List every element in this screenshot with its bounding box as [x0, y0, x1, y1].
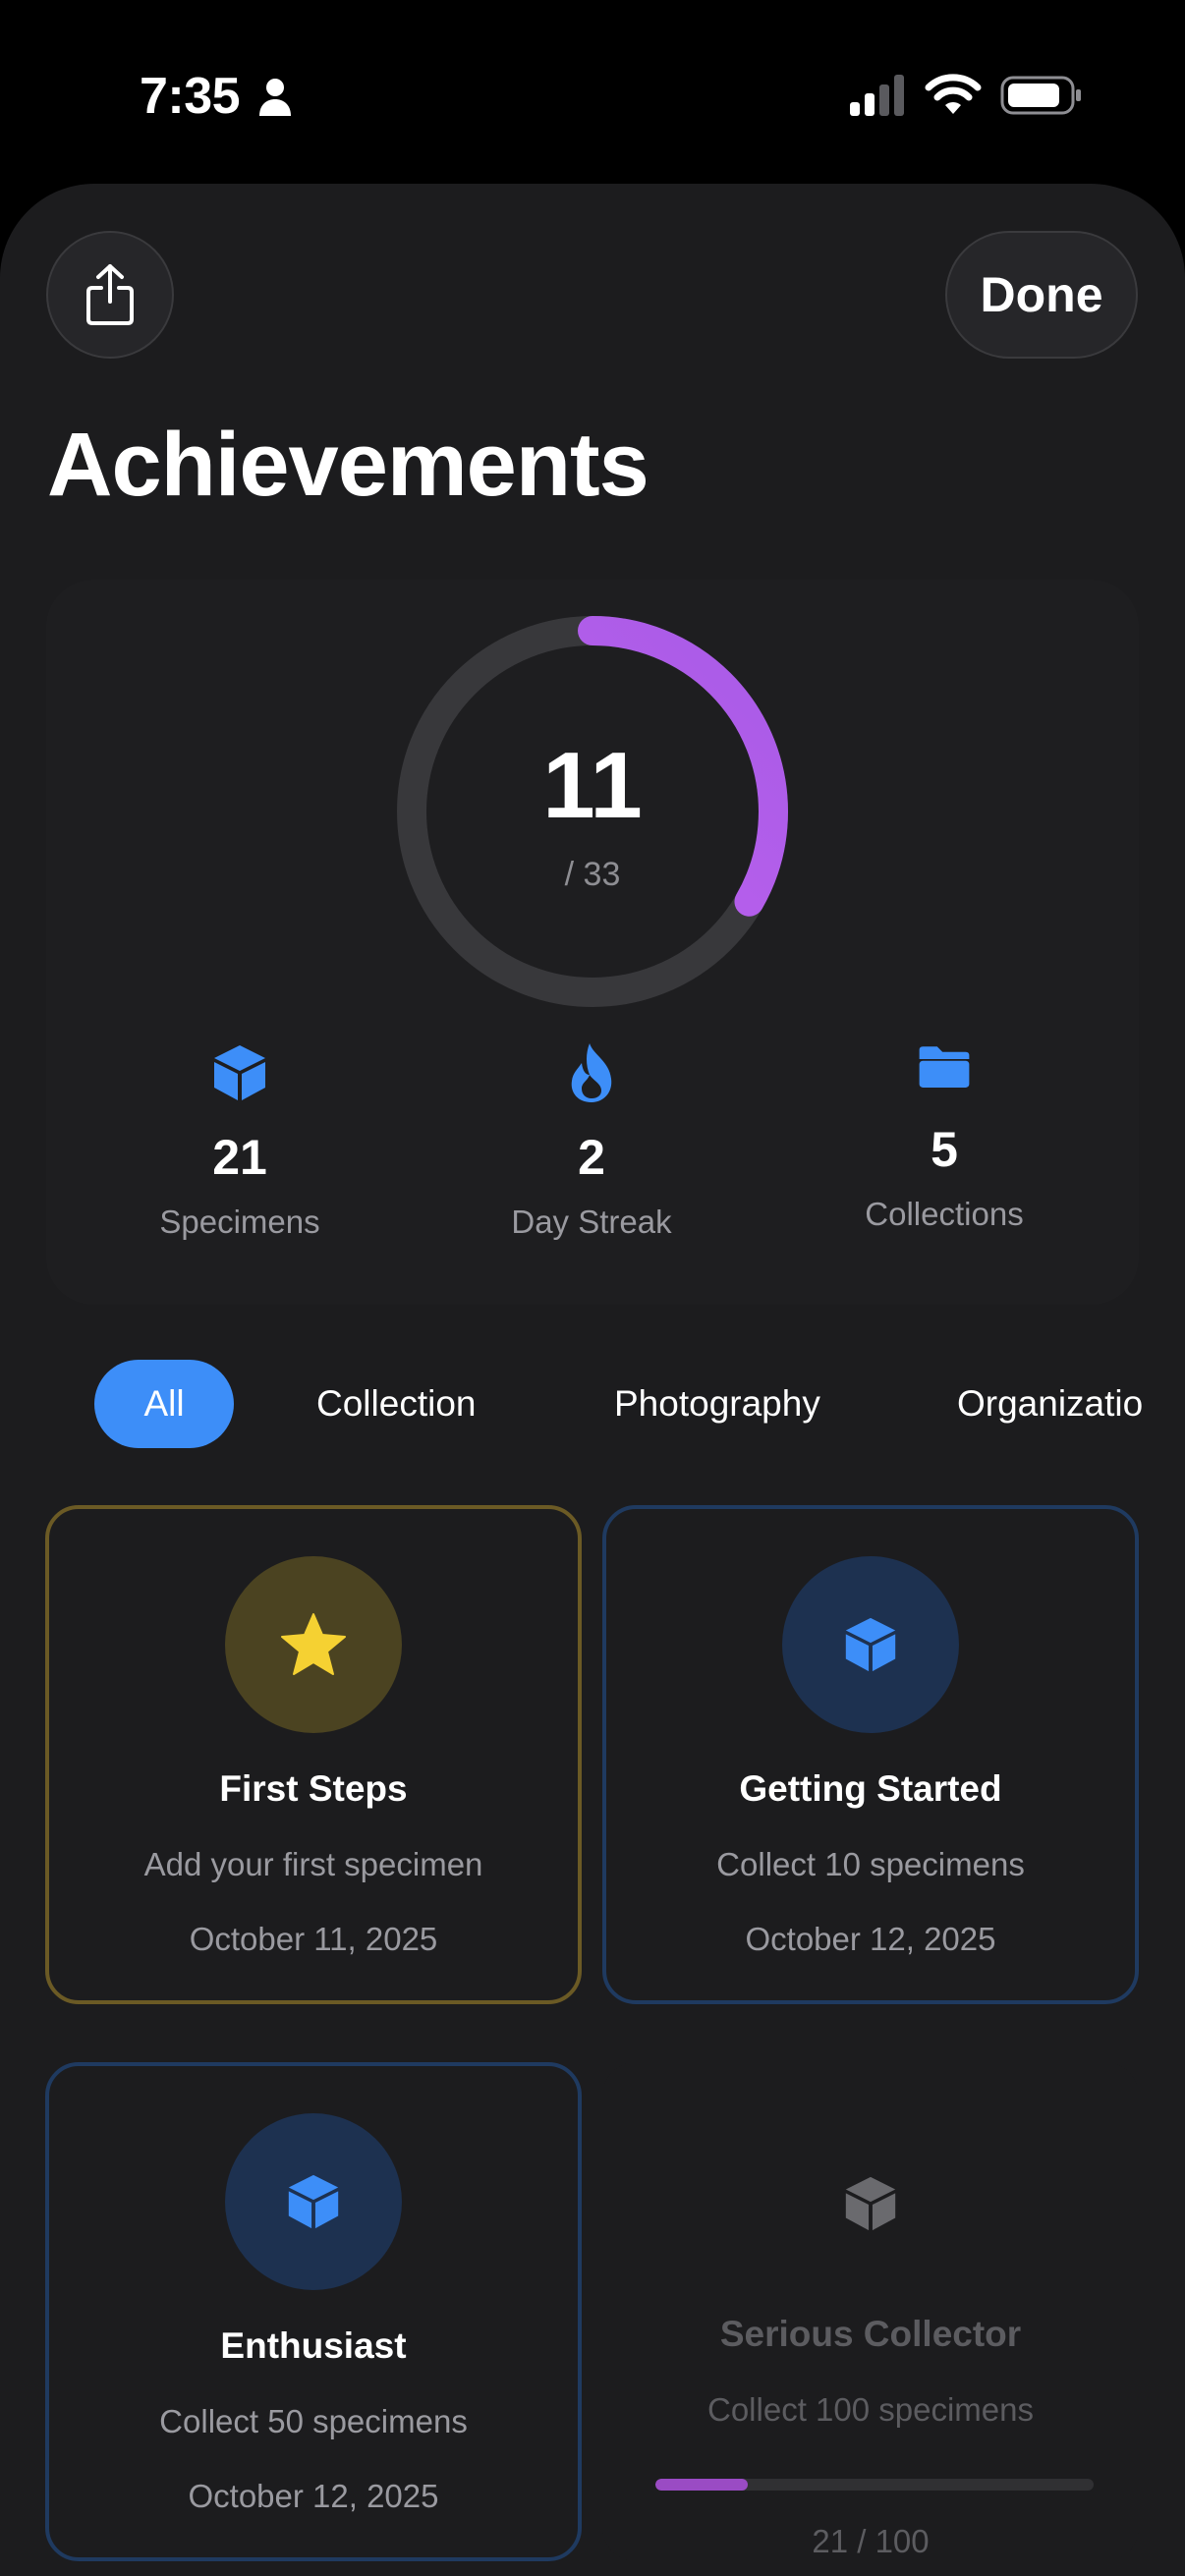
stat-value: 21 — [212, 1130, 267, 1185]
filter-clip: Organization — [953, 1360, 1142, 1448]
cube-icon — [845, 1617, 896, 1672]
achievement-name: Getting Started — [739, 1768, 1002, 1809]
achievement-name: First Steps — [219, 1768, 408, 1809]
stat-specimens: 21 Specimens — [63, 1041, 417, 1244]
cellular-signal-icon — [850, 75, 904, 116]
badge — [782, 1556, 959, 1733]
cube-icon — [845, 2176, 896, 2231]
wifi-icon — [925, 74, 982, 114]
badge — [225, 1556, 402, 1733]
share-icon — [86, 264, 134, 325]
achievements-screen: 7:35 Done Achievements 11 / 33 21 Specim… — [0, 0, 1185, 2576]
cube-icon — [214, 1045, 265, 1100]
filter-all[interactable]: All — [94, 1360, 234, 1448]
filter-collection[interactable]: Collection — [316, 1360, 476, 1448]
page-title: Achievements — [47, 415, 649, 515]
stat-collections: 5 Collections — [767, 1039, 1121, 1236]
unlocked-count: 11 — [542, 733, 643, 838]
achievement-date: October 12, 2025 — [745, 1921, 996, 1957]
folder-icon — [919, 1046, 970, 1088]
achievement-progress-fill — [655, 2479, 748, 2491]
achievement-progress-text: 21 / 100 — [812, 2523, 930, 2559]
stat-label: Specimens — [159, 1204, 320, 1240]
stat-day-streak: 2 Day Streak — [415, 1041, 768, 1244]
star-icon — [281, 1613, 346, 1675]
achievement-description: Collect 100 specimens — [707, 2391, 1034, 2428]
stat-label: Day Streak — [511, 1204, 672, 1240]
achievement-description: Add your first specimen — [143, 1846, 483, 1882]
person-icon — [259, 79, 291, 116]
battery-icon — [1000, 76, 1081, 115]
badge — [782, 2115, 959, 2292]
achievement-card-first-steps[interactable]: First Steps Add your first specimen Octo… — [45, 1505, 582, 2004]
filter-organization[interactable]: Organization — [957, 1360, 1142, 1448]
achievement-name: Enthusiast — [220, 2325, 407, 2366]
achievement-date: October 11, 2025 — [189, 1921, 438, 1957]
achievement-name: Serious Collector — [719, 2314, 1022, 2354]
done-button[interactable]: Done — [945, 231, 1138, 359]
status-time: 7:35 — [140, 68, 241, 125]
flame-icon — [571, 1043, 612, 1102]
achievement-progress-bar — [655, 2479, 1094, 2491]
achievement-date: October 12, 2025 — [188, 2478, 439, 2514]
stat-label: Collections — [865, 1196, 1024, 1232]
cube-icon — [288, 2174, 339, 2229]
achievement-card-enthusiast[interactable]: Enthusiast Collect 50 specimens October … — [45, 2062, 582, 2561]
achievement-card-getting-started[interactable]: Getting Started Collect 10 specimens Oct… — [602, 1505, 1139, 2004]
badge — [225, 2113, 402, 2290]
achievement-description: Collect 10 specimens — [716, 1846, 1025, 1882]
share-button[interactable] — [46, 231, 174, 359]
filter-photography[interactable]: Photography — [614, 1360, 820, 1448]
achievement-description: Collect 50 specimens — [159, 2403, 468, 2439]
stat-value: 2 — [578, 1130, 605, 1185]
stat-value: 5 — [931, 1122, 958, 1177]
achievement-card-serious-collector[interactable]: Serious Collector Collect 100 specimens … — [602, 2062, 1139, 2561]
total-count: / 33 — [564, 856, 621, 893]
